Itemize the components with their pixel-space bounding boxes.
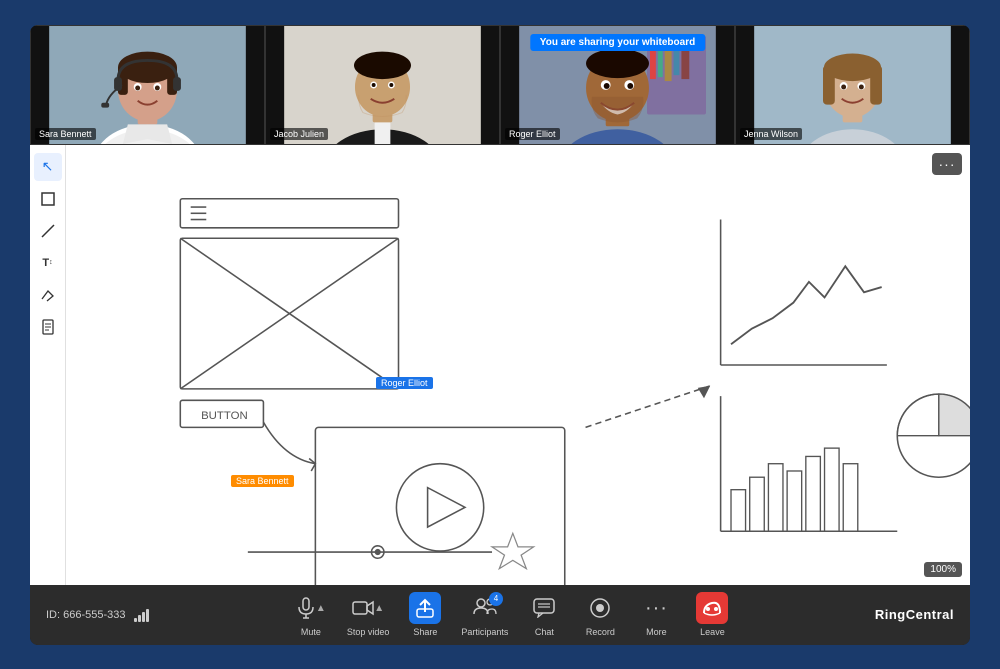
brand-logo: RingCentral bbox=[875, 607, 954, 622]
sharing-banner: You are sharing your whiteboard bbox=[530, 34, 705, 51]
bottom-center-controls: ▲ Mute ▲ Stop video bbox=[291, 592, 733, 637]
more-label: More bbox=[646, 627, 667, 637]
mute-label: Mute bbox=[301, 627, 321, 637]
leave-button[interactable]: Leave bbox=[692, 592, 732, 637]
mute-button[interactable]: ▲ Mute bbox=[291, 592, 331, 637]
meeting-id: ID: 666-555-333 bbox=[46, 609, 126, 621]
participant-tile-sara[interactable]: Sara Bennett bbox=[30, 25, 265, 145]
main-content-area: ↖ T↕ ··· 100% bbox=[30, 145, 970, 585]
participants-badge-count: 4 bbox=[489, 592, 503, 606]
cursor-roger: Roger Elliot bbox=[376, 377, 433, 389]
stop-video-label: Stop video bbox=[347, 627, 390, 637]
whiteboard-drawing-canvas: BUTTON bbox=[66, 145, 970, 585]
more-options-button[interactable]: ··· bbox=[932, 153, 962, 175]
share-button[interactable]: Share bbox=[405, 592, 445, 637]
bottom-left-info: ID: 666-555-333 bbox=[46, 608, 149, 622]
record-button[interactable]: Record bbox=[580, 592, 620, 637]
leave-label: Leave bbox=[700, 627, 725, 637]
more-button[interactable]: ··· More bbox=[636, 592, 676, 637]
chat-label: Chat bbox=[535, 627, 554, 637]
mute-icon: ▲ bbox=[295, 592, 327, 624]
chat-button[interactable]: Chat bbox=[524, 592, 564, 637]
whiteboard[interactable]: ··· 100% BUTTON bbox=[66, 145, 970, 585]
cursor-sara: Sara Bennett bbox=[231, 475, 294, 487]
more-icon: ··· bbox=[640, 592, 672, 624]
participants-label: Participants bbox=[461, 627, 508, 637]
participant-tile-jenna[interactable]: Jenna Wilson bbox=[735, 25, 970, 145]
stop-video-icon: ▲ bbox=[352, 592, 384, 624]
tool-document[interactable] bbox=[34, 313, 62, 341]
participant-name-jenna: Jenna Wilson bbox=[740, 128, 802, 140]
share-label: Share bbox=[413, 627, 437, 637]
participant-name-roger: Roger Elliot bbox=[505, 128, 560, 140]
toolbar: ↖ T↕ bbox=[30, 145, 66, 585]
record-label: Record bbox=[586, 627, 615, 637]
tool-text[interactable]: T↕ bbox=[34, 249, 62, 277]
participant-name-sara: Sara Bennett bbox=[35, 128, 96, 140]
tool-eraser[interactable] bbox=[34, 281, 62, 309]
record-icon bbox=[584, 592, 616, 624]
signal-icon bbox=[134, 608, 149, 622]
participant-strip: Sara Bennett bbox=[30, 25, 970, 145]
more-dots-icon: ··· bbox=[939, 156, 956, 172]
tool-select[interactable]: ↖ bbox=[34, 153, 62, 181]
chat-icon bbox=[528, 592, 560, 624]
leave-icon bbox=[696, 592, 728, 624]
participant-tile-jacob[interactable]: Jacob Julien bbox=[265, 25, 500, 145]
participant-name-jacob: Jacob Julien bbox=[270, 128, 328, 140]
participants-icon: 4 bbox=[469, 592, 501, 624]
participants-button[interactable]: 4 Participants bbox=[461, 592, 508, 637]
app-window: Sara Bennett bbox=[30, 25, 970, 645]
participant-tile-roger[interactable]: You are sharing your whiteboard Roger El… bbox=[500, 25, 735, 145]
svg-text:BUTTON: BUTTON bbox=[201, 410, 248, 422]
bottom-bar: ID: 666-555-333 ▲ bbox=[30, 585, 970, 645]
tool-pen[interactable] bbox=[34, 217, 62, 245]
stop-video-button[interactable]: ▲ Stop video bbox=[347, 592, 390, 637]
tool-rectangle[interactable] bbox=[34, 185, 62, 213]
share-icon bbox=[409, 592, 441, 624]
